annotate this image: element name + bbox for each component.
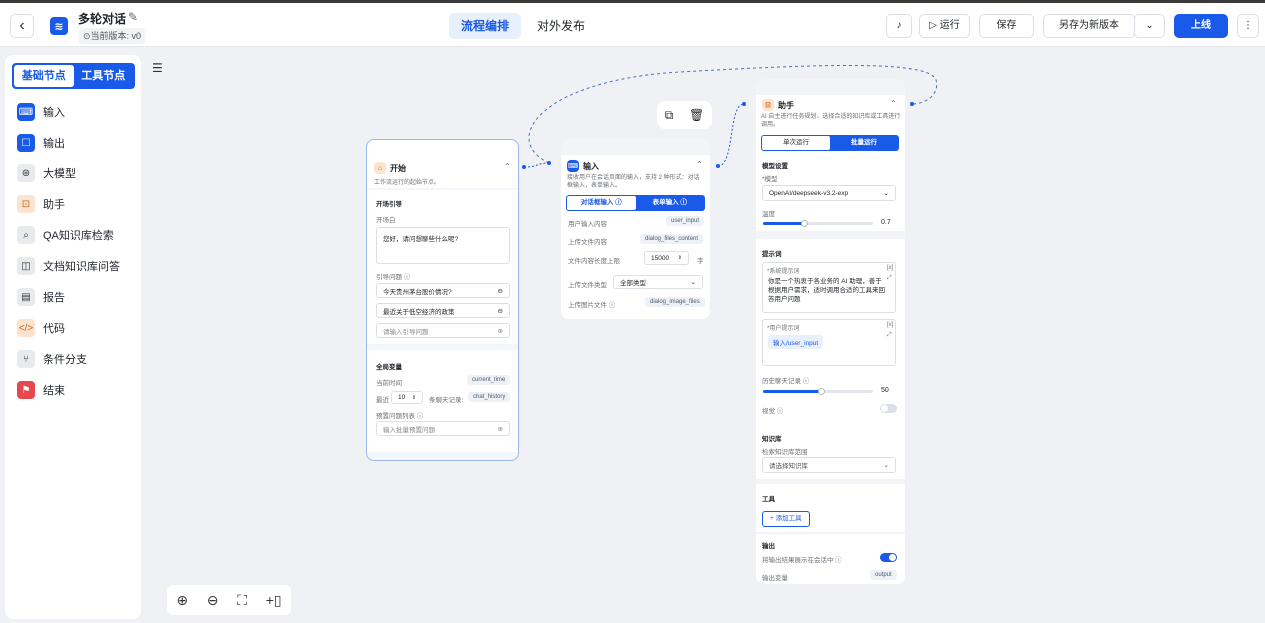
system-prompt-text: 你是一个热衷于各业务的 AI 助理，善于根据用户需求，适时调用合适的工具来回答用… [768,278,885,303]
add-icon[interactable]: ⊕ [498,327,503,335]
opening-label: 开场白 [376,217,396,224]
robot-icon: ⊡ [762,99,774,111]
model-select[interactable]: OpenAI/deepseek-v3.2-exp ⌄ [762,185,896,201]
start-node-title: 开始 [390,163,406,173]
assistant-node-title: 助手 [778,100,794,110]
chevron-down-icon: ⌄ [883,190,889,197]
tools-heading: 工具 [762,496,775,503]
user-input-var: user_input [666,216,705,226]
history-label: 历史聊天记录 ⓘ [762,378,810,385]
temperature-label: 温度 [762,211,775,218]
run-mode-switch: 单次运行 批量运行 [761,135,899,151]
collapse-chevron-icon[interactable]: ⌃ [890,99,897,108]
temperature-slider[interactable] [763,220,873,227]
chevron-down-icon: ⌄ [690,279,696,286]
edge-input-assistant [717,103,745,167]
preset-label: 预置问题列表 ⓘ [376,413,424,420]
remove-icon[interactable]: ⊖ [498,307,503,315]
variable-icon[interactable]: [x] [887,265,893,271]
system-prompt-box[interactable]: *系统提示词 [x] ⤢ 你是一个热衷于各业务的 AI 助理，善于根据用户需求，… [762,262,896,313]
input-mode-switch: 对话框输入 ⓘ 表单输入 ⓘ [566,195,705,211]
user-prompt-box[interactable]: *用户提示词 [x] ⤢ 输入/user_input [762,319,896,366]
vision-toggle[interactable] [880,404,897,413]
output-heading: 输出 [762,543,775,550]
user-prompt-var: 输入/user_input [768,335,824,349]
add-tool-button[interactable]: + 添加工具 [762,511,810,527]
start-node-desc: 工作流运行的起始节点。 [374,180,441,186]
keyboard-icon: ⌨ [567,160,579,172]
guide-question-2[interactable]: 最近关于低空经济的政策 ⊖ [376,303,510,318]
zoom-toolbar: ⊕ ⊖ ⛶ +▯ [167,585,291,615]
file-limit-stepper[interactable]: 15000 ⇕ [644,251,689,265]
recent-suffix: 条聊天记录: [429,397,464,404]
model-label: *模型 [762,176,778,183]
recent-label: 最近 [376,397,389,404]
collapse-chevron-icon[interactable]: ⌃ [504,162,511,171]
zoom-in-icon[interactable]: ⊕ [176,592,188,609]
trash-icon[interactable]: 🗑 [689,108,704,122]
image-file-label: 上传图片文件 ⓘ [568,302,616,309]
file-content-var: dialog_files_content [640,234,704,244]
model-settings-heading: 模型设置 [762,163,788,170]
tab-form-input[interactable]: 表单输入 ⓘ [636,196,705,210]
output-toggle[interactable] [880,553,897,562]
assistant-node-desc: AI 自主进行任务规划，选择合适的知识库或工具进行调用。 [761,114,901,128]
edge-start-input [523,162,550,168]
remove-icon[interactable]: ⊖ [498,287,503,295]
chat-history-var: chat_history [468,392,511,402]
prompt-heading: 提示词 [762,251,782,258]
file-content-label: 上传文件内容 [568,239,607,246]
file-type-label: 上传文件类型 [568,282,607,289]
home-icon: ⌂ [374,162,386,174]
variable-icon[interactable]: [x] [887,322,893,328]
chevron-down-icon: ⌄ [883,462,889,469]
knowledge-select[interactable]: 请选择知识库 ⌄ [762,457,896,473]
input-node-desc: 接收用户在会话页面的输入，支持 2 种形式：对话框输入，表单输入。 [567,175,700,189]
tab-dialog-input[interactable]: 对话框输入 ⓘ [567,196,636,210]
global-vars-heading: 全局变量 [376,364,402,371]
input-node[interactable]: ⌨ 输入 ⌃ 接收用户在会话页面的输入，支持 2 种形式：对话框输入，表单输入。… [561,139,710,319]
collapse-chevron-icon[interactable]: ⌃ [696,160,703,169]
assistant-node[interactable]: ⊡ 助手 ⌃ AI 自主进行任务规划，选择合适的知识库或工具进行调用。 单次运行… [756,79,905,584]
current-time-label: 当前时间 [376,380,402,387]
user-prompt-label: *用户提示词 [767,326,800,332]
output-var-label: 输出变量 [762,575,788,582]
knowledge-heading: 知识库 [762,436,782,443]
image-file-var: dialog_image_files [645,297,705,307]
input-node-title: 输入 [583,161,599,171]
temperature-value: 0.7 [881,219,891,226]
file-limit-unit: 字 [697,258,704,265]
user-input-label: 用户输入内容 [568,221,607,228]
guide-question-1[interactable]: 今天贵州茅台股价情况? ⊖ [376,283,510,298]
opening-guide-heading: 开场引导 [376,201,402,208]
guide-question-input[interactable]: 请输入引导问题 ⊕ [376,323,510,338]
knowledge-scope-label: 检索知识库范围 [762,449,808,456]
file-limit-label: 文件内容长度上限 [568,258,620,265]
opening-text-area[interactable]: 您好，请问想聊些什么呢? [376,227,510,264]
output-var: output [870,570,897,580]
system-prompt-label: *系统提示词 [767,269,800,275]
copy-icon[interactable]: ⧉ [665,108,674,123]
start-node[interactable]: ⌂ 开始 ⌃ 工作流运行的起始节点。 开场引导 开场白 您好，请问想聊些什么呢?… [366,139,519,461]
vision-label: 视觉 ⓘ [762,408,784,415]
node-toolbar: ⧉ 🗑 [657,101,712,129]
stepper-icon: ⇕ [677,255,682,261]
file-type-select[interactable]: 全部类型 ⌄ [613,275,703,289]
tab-single-run[interactable]: 单次运行 [762,136,830,150]
zoom-out-icon[interactable]: ⊖ [207,592,219,609]
add-note-icon[interactable]: +▯ [266,592,282,609]
output-toggle-label: 将输出结果展示在会话中 ⓘ [762,557,842,564]
recent-count-stepper[interactable]: 10 ⇕ [391,391,423,404]
history-value: 50 [881,387,889,394]
questions-label: 引导问题 ⓘ [376,274,411,281]
stepper-icon: ⇕ [411,394,416,401]
expand-icon[interactable]: ⤢ [887,275,892,282]
preset-input[interactable]: 输入批量预置问题 ⊕ [376,421,510,436]
fit-view-icon[interactable]: ⛶ [237,592,247,609]
expand-icon[interactable]: ⤢ [887,332,892,339]
tab-batch-run[interactable]: 批量运行 [830,136,898,150]
current-time-var: current_time [467,375,511,385]
history-slider[interactable] [763,388,873,395]
add-icon[interactable]: ⊕ [498,425,503,433]
